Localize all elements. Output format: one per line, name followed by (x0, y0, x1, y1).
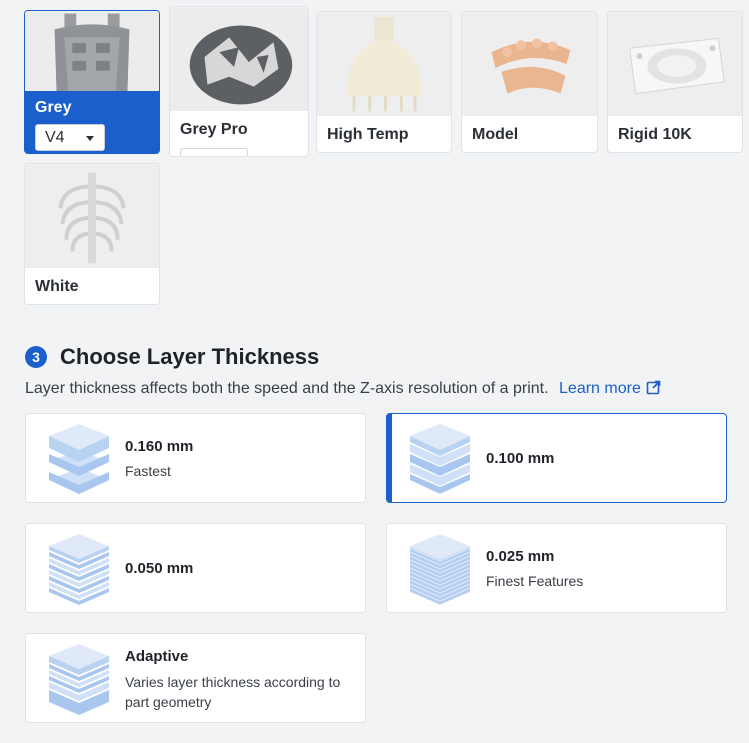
material-image-white (25, 164, 159, 268)
section-description: Layer thickness affects both the speed a… (25, 380, 661, 398)
material-name: Grey Pro (180, 121, 248, 138)
description-text: Layer thickness affects both the speed a… (25, 380, 549, 397)
layer-stack-icon (410, 424, 470, 494)
material-card-model[interactable]: Model (461, 11, 598, 153)
section-title: Choose Layer Thickness (60, 344, 320, 369)
caret-down-icon (86, 136, 94, 141)
learn-more-link[interactable]: Learn more (559, 380, 661, 397)
layer-option-subtitle: Varies layer thickness according to part… (125, 674, 341, 710)
layer-option-title: 0.100 mm (486, 450, 555, 467)
material-image-grey-pro (170, 7, 308, 111)
section-heading: 3 Choose Layer Thickness (25, 344, 319, 370)
material-name: White (35, 278, 79, 295)
material-name: High Temp (327, 126, 409, 143)
material-card-high-temp[interactable]: High Temp (316, 11, 452, 153)
layer-stack-icon (49, 644, 109, 715)
material-image-rigid-10k (608, 12, 742, 116)
material-card-rigid-10k[interactable]: Rigid 10K (607, 11, 743, 153)
layer-option-title: 0.050 mm (125, 560, 194, 577)
learn-more-label: Learn more (559, 380, 641, 397)
layer-option-0050[interactable]: 0.050 mm (25, 523, 366, 613)
layer-option-0025[interactable]: 0.025 mm Finest Features (386, 523, 727, 613)
material-name: Rigid 10K (618, 126, 692, 143)
layer-option-title: Adaptive (125, 648, 189, 665)
material-image-grey (25, 11, 159, 93)
layer-option-0100[interactable]: 0.100 mm (386, 413, 727, 503)
layer-option-subtitle: Finest Features (486, 573, 584, 589)
material-name: Model (472, 126, 519, 143)
version-select[interactable] (180, 148, 248, 156)
layer-stack-icon (49, 534, 109, 605)
material-name: Grey (35, 99, 72, 116)
layer-option-subtitle: Fastest (125, 463, 171, 479)
material-image-model (462, 12, 597, 116)
version-select[interactable]: V4 (35, 124, 105, 151)
layer-option-title: 0.160 mm (125, 438, 194, 455)
layer-option-title: 0.025 mm (486, 548, 555, 565)
layer-option-adaptive[interactable]: Adaptive Varies layer thickness accordin… (25, 633, 366, 723)
layer-stack-icon (49, 424, 109, 494)
material-card-grey[interactable]: Grey V4 (24, 10, 160, 154)
layer-option-0160[interactable]: 0.160 mm Fastest (25, 413, 366, 503)
material-card-white[interactable]: White (24, 163, 160, 305)
step-number-badge: 3 (25, 346, 47, 368)
material-card-grey-pro[interactable]: Grey Pro (169, 6, 309, 157)
material-image-high-temp (317, 12, 451, 116)
external-link-icon (646, 380, 661, 395)
layer-stack-icon (409, 534, 471, 605)
version-value: V4 (45, 129, 65, 146)
